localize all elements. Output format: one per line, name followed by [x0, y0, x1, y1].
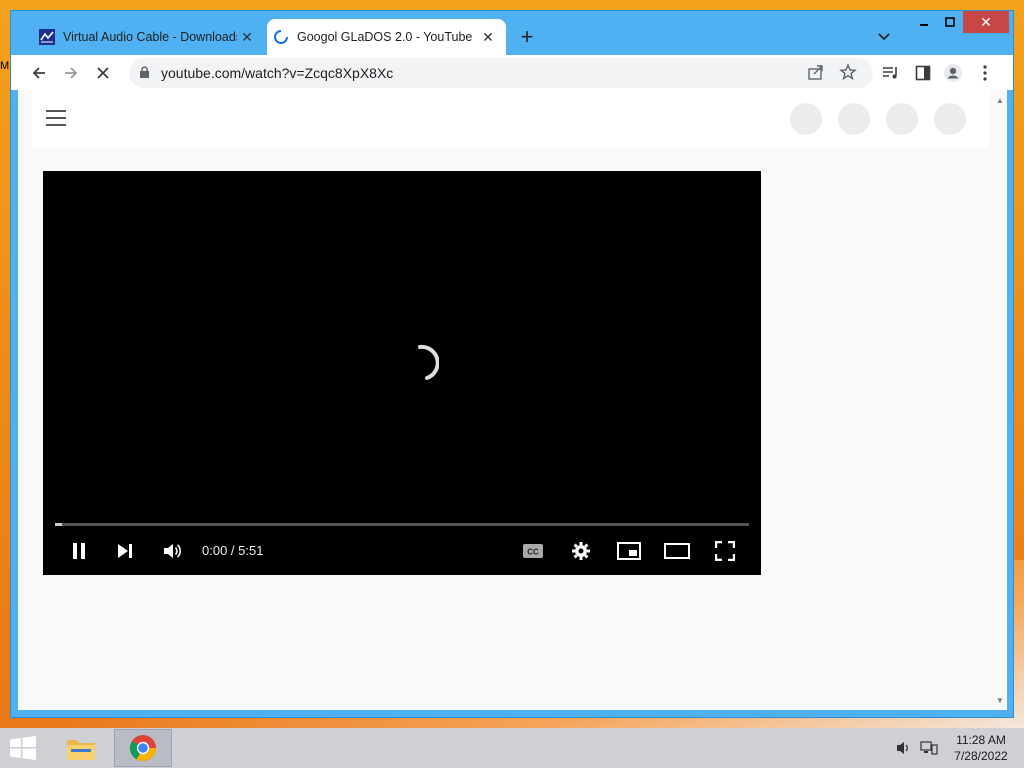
tab-title: Googol GLaDOS 2.0 - YouTube: [297, 30, 473, 44]
taskbar: 11:28 AM 7/28/2022: [0, 728, 1024, 768]
video-player[interactable]: 0:00 / 5:51 CC: [43, 171, 761, 575]
minimize-button[interactable]: [911, 11, 937, 33]
back-icon[interactable]: [25, 59, 53, 87]
profile-icon[interactable]: [939, 59, 967, 87]
settings-icon[interactable]: [567, 537, 595, 565]
page-content: 0:00 / 5:51 CC ▲ ▼: [18, 90, 1007, 710]
close-tab-icon[interactable]: ✕: [478, 27, 498, 47]
svg-text:CC: CC: [527, 548, 539, 557]
stop-loading-icon[interactable]: [89, 59, 117, 87]
network-tray-icon[interactable]: [920, 740, 938, 761]
close-window-button[interactable]: ✕: [963, 11, 1009, 33]
menu-icon[interactable]: [971, 59, 999, 87]
next-icon[interactable]: [111, 537, 139, 565]
header-placeholder-circle: [838, 103, 870, 135]
desktop-edge-text: M: [0, 60, 10, 72]
browser-window: Virtual Audio Cable - Downloads ✕ Googol…: [10, 10, 1014, 718]
scroll-up-icon[interactable]: ▲: [995, 96, 1005, 106]
url-text[interactable]: youtube.com/watch?v=Zcqc8XpX8Xc: [161, 65, 393, 81]
tab-virtual-audio-cable[interactable]: Virtual Audio Cable - Downloads ✕: [33, 19, 265, 55]
clock-time: 11:28 AM: [956, 733, 1006, 747]
browser-toolbar: youtube.com/watch?v=Zcqc8XpX8Xc: [11, 55, 1013, 90]
header-placeholder-circle: [934, 103, 966, 135]
youtube-header: [32, 90, 989, 148]
vac-icon: [39, 29, 55, 45]
fullscreen-icon[interactable]: [711, 537, 739, 565]
volume-tray-icon[interactable]: [896, 740, 912, 761]
tab-title: Virtual Audio Cable - Downloads: [63, 30, 237, 44]
progress-bar[interactable]: [55, 523, 749, 526]
pause-icon[interactable]: [65, 537, 93, 565]
captions-icon[interactable]: CC: [519, 537, 547, 565]
time-display: 0:00 / 5:51: [202, 543, 264, 558]
close-tab-icon[interactable]: ✕: [237, 27, 257, 47]
star-icon[interactable]: [839, 63, 857, 86]
address-bar[interactable]: youtube.com/watch?v=Zcqc8XpX8Xc: [129, 58, 873, 88]
hamburger-menu-icon[interactable]: [46, 110, 66, 126]
progress-bar-fill: [55, 523, 62, 526]
tab-search-icon[interactable]: [873, 27, 895, 47]
start-button[interactable]: [8, 736, 38, 760]
loading-spinner-icon: [273, 29, 289, 45]
forward-icon[interactable]: [57, 59, 85, 87]
clock-date: 7/28/2022: [954, 749, 1008, 763]
loading-spinner-icon: [418, 344, 439, 380]
page-scrollbar[interactable]: ▲ ▼: [993, 90, 1007, 710]
file-explorer-icon[interactable]: [52, 729, 110, 767]
chrome-icon[interactable]: [114, 729, 172, 767]
side-panel-icon[interactable]: [909, 59, 937, 87]
volume-icon[interactable]: [158, 537, 186, 565]
maximize-button[interactable]: [937, 11, 963, 33]
header-placeholder-circle: [790, 103, 822, 135]
title-bar: Virtual Audio Cable - Downloads ✕ Googol…: [11, 11, 1013, 55]
tab-youtube[interactable]: Googol GLaDOS 2.0 - YouTube ✕: [267, 19, 506, 55]
media-control-icon[interactable]: [877, 59, 905, 87]
new-tab-button[interactable]: +: [515, 24, 539, 49]
theater-mode-icon[interactable]: [663, 537, 691, 565]
miniplayer-icon[interactable]: [615, 537, 643, 565]
system-clock[interactable]: 11:28 AM 7/28/2022: [946, 732, 1016, 764]
lock-icon[interactable]: [139, 66, 150, 84]
share-icon[interactable]: [807, 63, 825, 86]
scroll-down-icon[interactable]: ▼: [995, 696, 1005, 706]
header-placeholder-circle: [886, 103, 918, 135]
